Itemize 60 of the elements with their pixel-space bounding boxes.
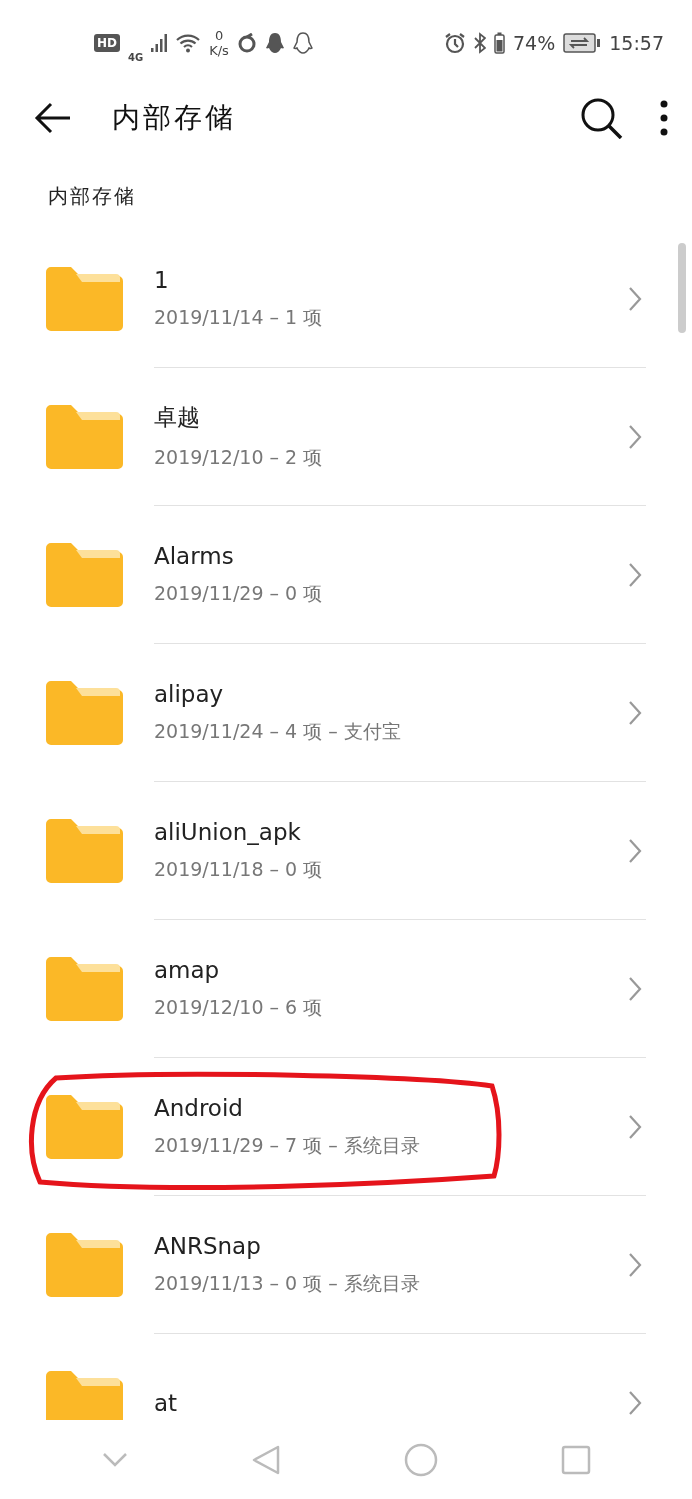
battery-icon	[494, 31, 505, 54]
collapse-icon[interactable]	[101, 1451, 128, 1468]
search-icon[interactable]	[580, 96, 624, 139]
folder-icon	[46, 957, 123, 1021]
folder-details: 2019/11/29 – 0 项	[154, 580, 323, 606]
wifi-icon	[175, 32, 202, 53]
back-arrow-icon[interactable]	[34, 101, 72, 134]
folder-name: amap	[154, 956, 220, 983]
home-icon[interactable]	[403, 1442, 438, 1477]
chevron-right-icon	[628, 286, 642, 312]
speed-unit: K/s	[209, 42, 229, 58]
folder-details: 2019/11/18 – 0 项	[154, 856, 323, 882]
penguin-outline-icon	[292, 31, 313, 54]
more-options-icon[interactable]	[660, 99, 668, 136]
chevron-right-icon	[628, 562, 642, 588]
folder-icon	[46, 267, 123, 331]
folder-name: Alarms	[154, 542, 234, 569]
hd-badge: HD	[94, 33, 120, 52]
folder-details: 2019/11/29 – 7 项 – 系统目录	[154, 1132, 420, 1158]
chevron-right-icon	[628, 424, 642, 450]
swirl-icon	[236, 32, 257, 53]
penguin-icon	[264, 31, 285, 54]
folder-icon	[46, 543, 123, 607]
folder-name: 卓越	[154, 403, 200, 432]
folder-icon	[46, 1233, 123, 1297]
folder-name: at	[154, 1389, 178, 1416]
folder-details: 2019/11/24 – 4 项 – 支付宝	[154, 718, 401, 744]
scrollbar-thumb[interactable]	[678, 243, 686, 333]
chevron-right-icon	[628, 1114, 642, 1140]
folder-name: aliUnion_apk	[154, 818, 301, 845]
folder-details: 2019/12/10 – 2 项	[154, 445, 323, 470]
screen-title: 内部存储	[112, 99, 237, 136]
signal-icon	[151, 32, 168, 53]
folder-details: 2019/11/13 – 0 项 – 系统目录	[154, 1270, 420, 1296]
folder-name: 1	[154, 266, 169, 293]
folder-details: 2019/11/14 – 1 项	[154, 304, 323, 330]
breadcrumb-link[interactable]: 内部存储	[48, 184, 136, 208]
chevron-right-icon	[628, 700, 642, 726]
folder-icon	[46, 681, 123, 745]
bluetooth-icon	[474, 31, 486, 54]
folder-details: 2019/12/10 – 6 项	[154, 994, 323, 1020]
folder-icon	[46, 819, 123, 883]
chevron-right-icon	[628, 976, 642, 1002]
back-icon[interactable]	[250, 1443, 281, 1476]
folder-name: alipay	[154, 680, 224, 707]
battery-percent: 74%	[513, 31, 556, 54]
network-type-label: 4G	[128, 52, 144, 63]
data-transfer-icon	[563, 32, 602, 53]
chevron-right-icon	[628, 1390, 642, 1416]
chevron-right-icon	[628, 1252, 642, 1278]
alarm-clock-icon	[444, 31, 466, 54]
chevron-right-icon	[628, 838, 642, 864]
recent-apps-icon[interactable]	[560, 1444, 591, 1475]
folder-name: Android	[154, 1094, 243, 1121]
folder-icon	[46, 1095, 123, 1159]
folder-icon	[46, 1371, 123, 1420]
folder-icon	[46, 405, 123, 469]
folder-name: ANRSnap	[154, 1232, 261, 1259]
clock-time: 15:57	[609, 31, 664, 54]
speed-value: 0	[214, 27, 224, 43]
